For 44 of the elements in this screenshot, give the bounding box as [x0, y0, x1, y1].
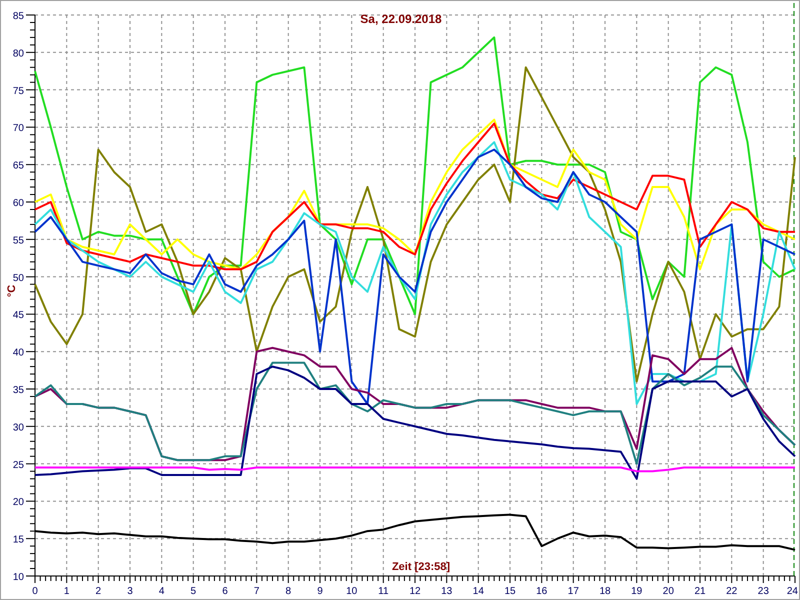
y-tick-label: 75 [12, 86, 24, 97]
x-tick-label: 12 [409, 586, 421, 597]
y-tick-label: 65 [12, 160, 24, 172]
x-tick-label: 3 [127, 586, 133, 597]
x-tick-label: 9 [317, 586, 323, 597]
y-tick-label: 25 [12, 460, 24, 471]
x-tick-label: 21 [694, 586, 706, 597]
x-tick-label: 1 [64, 586, 70, 597]
x-tick-label: 16 [536, 586, 548, 597]
x-tick-label: 2 [96, 586, 102, 597]
x-tick-label: 11 [378, 586, 389, 597]
x-tick-label: 8 [286, 586, 292, 597]
x-axis-label: Zeit [23:58] [392, 561, 450, 573]
x-tick-label: 24 [786, 586, 798, 597]
chart-title: Sa, 22.09.2018 [360, 12, 442, 26]
x-tick-label: 13 [441, 586, 452, 597]
y-tick-label: 60 [12, 198, 24, 209]
x-tick-label: 0 [32, 586, 38, 597]
y-tick-label: 35 [12, 385, 24, 396]
y-tick-label: 10 [12, 572, 24, 583]
x-tick-label: 5 [190, 586, 196, 597]
x-tick-label: 6 [222, 586, 228, 597]
y-tick-label: 55 [12, 235, 24, 246]
y-tick-label: 70 [12, 123, 24, 134]
x-tick-label: 23 [758, 586, 769, 597]
y-tick-label: 85 [12, 11, 24, 22]
y-tick-label: 45 [12, 310, 24, 322]
x-tick-label: 15 [504, 586, 516, 597]
y-axis-label: °C [6, 284, 18, 298]
x-tick-label: 14 [472, 586, 484, 597]
y-tick-label: 20 [12, 497, 24, 508]
x-tick-label: 17 [568, 586, 579, 597]
y-tick-label: 15 [12, 534, 24, 546]
y-tick-label: 80 [12, 48, 24, 60]
x-tick-label: 10 [346, 586, 358, 597]
y-tick-label: 30 [12, 422, 24, 434]
y-tick-label: 50 [12, 272, 24, 284]
x-tick-label: 7 [254, 586, 260, 597]
y-tick-label: 40 [12, 348, 24, 359]
x-tick-label: 18 [599, 586, 611, 597]
x-tick-label: 20 [662, 586, 674, 597]
x-tick-label: 22 [726, 586, 738, 597]
x-tick-label: 19 [631, 586, 642, 597]
x-tick-label: 4 [158, 586, 164, 597]
